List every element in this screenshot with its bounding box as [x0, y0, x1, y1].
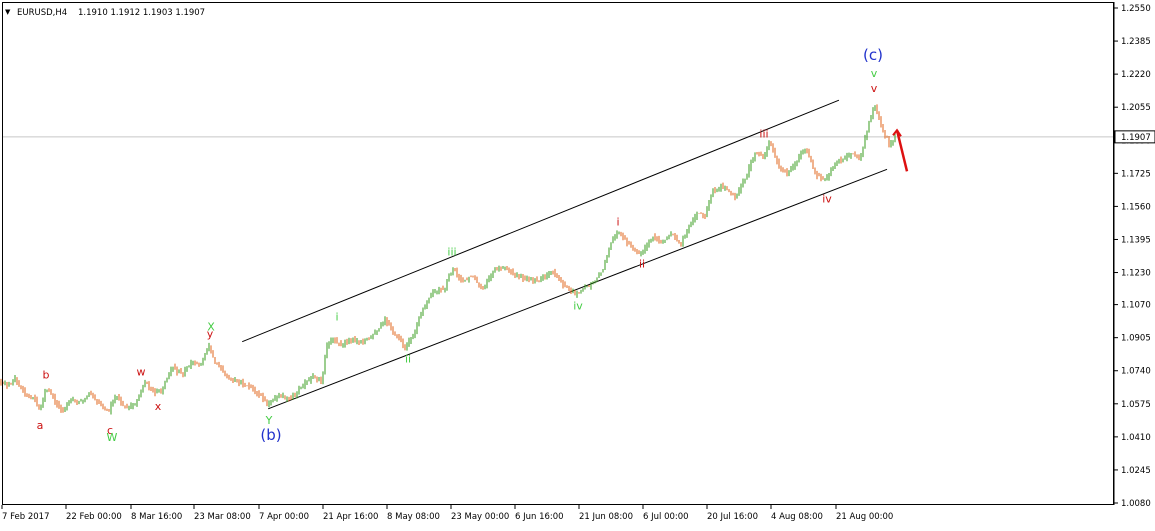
current-price-label: 1.1907	[1121, 133, 1151, 143]
wave-label[interactable]: b	[43, 369, 50, 382]
wave-label[interactable]: ii	[639, 258, 645, 271]
y-tick-label: 1.2055	[1121, 103, 1151, 113]
x-tick-label: 4 Aug 08:00	[771, 512, 823, 522]
x-tick-label: 6 Jul 00:00	[643, 512, 689, 522]
y-tick-label: 1.0905	[1121, 334, 1151, 344]
wave-label[interactable]: iv	[822, 192, 832, 205]
x-tick-label: 21 Aug 00:00	[836, 512, 893, 522]
y-tick-label: 1.2385	[1121, 37, 1151, 47]
wave-label[interactable]: v	[871, 82, 878, 95]
y-tick-label: 1.1395	[1121, 235, 1151, 245]
x-tick-label: 21 Apr 16:00	[323, 512, 378, 522]
wave-label[interactable]: X	[207, 321, 215, 334]
wave-label[interactable]: iii	[759, 127, 768, 140]
y-tick-label: 1.1725	[1121, 169, 1151, 179]
wave-label[interactable]: i	[335, 311, 338, 324]
y-tick-label: 1.1560	[1121, 202, 1151, 212]
y-tick-label: 1.2550	[1121, 4, 1151, 14]
y-tick-label: 1.0080	[1121, 499, 1151, 509]
x-tick-label: 6 Jun 16:00	[515, 512, 564, 522]
wave-label[interactable]: a	[37, 419, 44, 432]
x-tick-label: 7 Apr 00:00	[259, 512, 309, 522]
y-tick-label: 1.0410	[1121, 433, 1151, 443]
y-tick-label: 1.0740	[1121, 367, 1151, 377]
x-tick-label: 8 Mar 16:00	[131, 512, 182, 522]
wave-label[interactable]: i	[616, 215, 619, 228]
x-tick-label: 23 May 00:00	[451, 512, 509, 522]
chart-window[interactable]: a b c Ww x y X Y (b) i ii iii iv i ii iii iv v v (c) 1.2550…	[0, 0, 1155, 527]
wave-label[interactable]: (c)	[863, 46, 883, 64]
chart-menu-icon[interactable]: ▼	[5, 8, 11, 16]
price-chart[interactable]: abcWwxyXY(b)iiiiiiiviiiiiiivvv(c) 1.2550…	[0, 0, 1155, 527]
y-tick-label: 1.0245	[1121, 466, 1151, 476]
wave-label[interactable]: W	[107, 431, 118, 444]
x-tick-label: 7 Feb 2017	[2, 512, 50, 522]
symbol-label: EURUSD,H4	[17, 8, 67, 18]
x-tick-label: 22 Feb 00:00	[66, 512, 122, 522]
wave-label[interactable]: x	[155, 400, 162, 413]
wave-label[interactable]: w	[137, 366, 146, 379]
y-tick-label: 1.2220	[1121, 70, 1151, 80]
x-tick-label: 23 Mar 08:00	[194, 512, 251, 522]
x-tick-label: 8 May 08:00	[387, 512, 440, 522]
y-tick-label: 1.1230	[1121, 269, 1151, 279]
ohlc-values: 1.1910 1.1912 1.1903 1.1907	[78, 8, 205, 18]
wave-label[interactable]: iv	[573, 300, 583, 313]
wave-label[interactable]: (b)	[260, 426, 281, 444]
chart-background	[0, 0, 1155, 527]
x-tick-label: 20 Jul 16:00	[707, 512, 758, 522]
y-tick-label: 1.0575	[1121, 400, 1151, 410]
x-tick-label: 21 Jun 08:00	[579, 512, 633, 522]
y-tick-label: 1.1070	[1121, 301, 1151, 311]
wave-label[interactable]: iii	[447, 246, 456, 259]
wave-label[interactable]: v	[871, 67, 878, 80]
wave-label[interactable]: ii	[405, 353, 411, 366]
